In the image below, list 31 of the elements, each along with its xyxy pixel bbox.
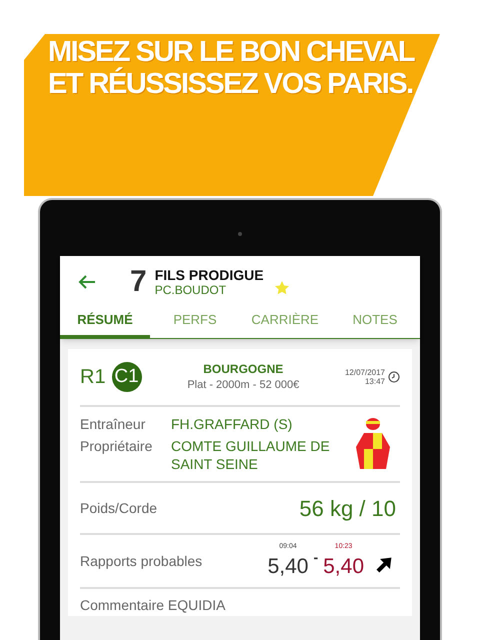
race-details: Plat - 2000m - 52 000€ bbox=[187, 378, 300, 392]
jockey-name: PC.BOUDOT bbox=[154, 283, 228, 297]
headline: ET RÉUSSISSEZ VOS PARIS. bbox=[48, 68, 413, 100]
race-time: 13:47 bbox=[364, 377, 385, 386]
field-label: Propriétaire bbox=[80, 437, 154, 456]
star-icon[interactable] bbox=[274, 280, 290, 296]
field-label: Entraîneur bbox=[80, 415, 146, 433]
section-title: Commentaire EQUIDIA bbox=[80, 596, 226, 615]
field-value: FH.GRAFFARD (S) bbox=[171, 415, 294, 433]
tab[interactable]: RÉSUMÉ bbox=[60, 308, 150, 338]
horse-name: FILS PRODIGUE bbox=[154, 267, 264, 283]
odds-separator: - bbox=[313, 548, 318, 566]
race-date: 12/07/2017 bbox=[344, 368, 385, 377]
headline: MISEZ SUR LE BON CHEVAL bbox=[48, 36, 414, 68]
odds-value: 5,40 bbox=[268, 555, 308, 579]
meeting-number: R1 bbox=[80, 365, 106, 390]
weight-value: 56 kg / 10 bbox=[299, 494, 396, 523]
field-label: Rapports probables bbox=[80, 552, 204, 571]
race-name: BOURGOGNE bbox=[203, 362, 284, 376]
back-icon[interactable] bbox=[78, 274, 96, 290]
tab[interactable]: CARRIÈRE bbox=[240, 308, 330, 338]
jockey-silks-icon bbox=[354, 417, 392, 471]
odds-value: 5,40 bbox=[323, 555, 364, 579]
horse-number: 7 bbox=[130, 267, 147, 297]
field-label: Poids/Corde bbox=[80, 498, 158, 518]
tab[interactable]: NOTES bbox=[330, 308, 420, 338]
course-number: C1 bbox=[112, 362, 142, 392]
clock-icon bbox=[388, 371, 400, 383]
camera-icon bbox=[238, 232, 242, 236]
field-value: COMTE GUILLAUME DE SAINT SEINE bbox=[171, 437, 331, 473]
tab[interactable]: PERFS bbox=[150, 308, 240, 338]
